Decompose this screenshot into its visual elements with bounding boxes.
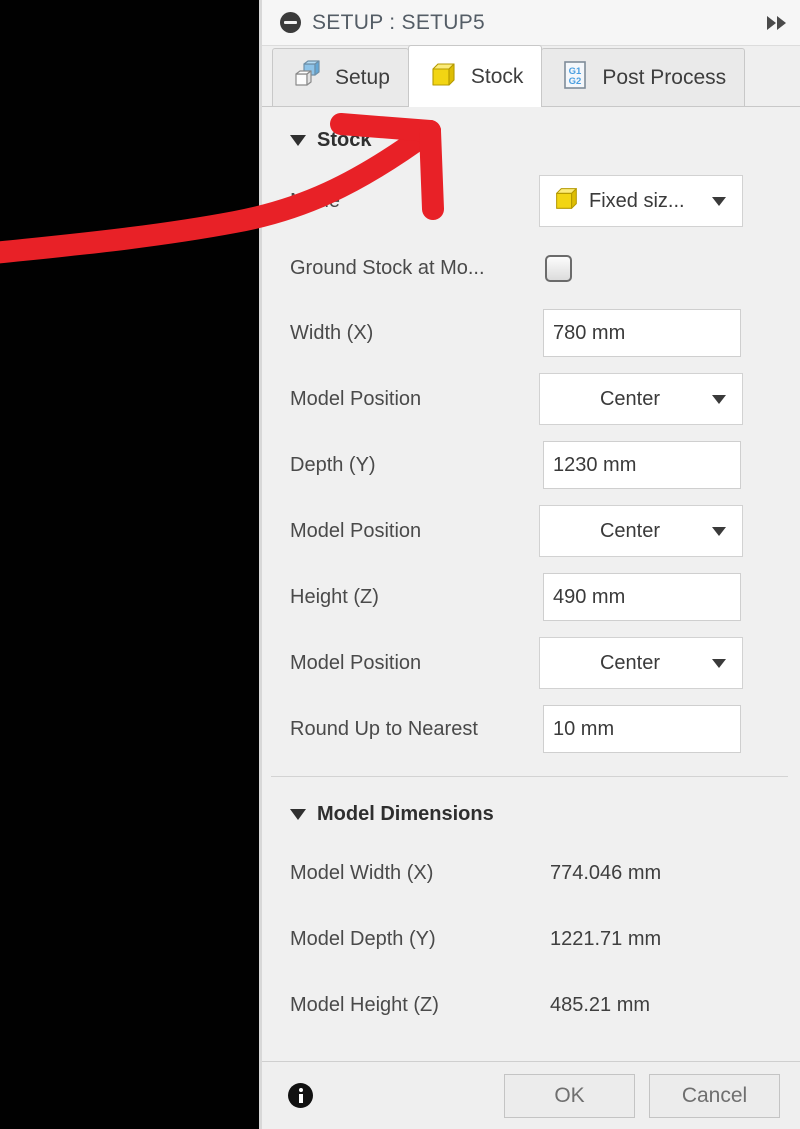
row-ground-stock-label: Ground Stock at Mo... [290,256,485,279]
page-title: SETUP : SETUP5 [312,10,486,34]
collapse-circle-icon[interactable] [280,12,301,33]
screen: SETUP : SETUP5 Setup Stock G1 G2 Post Pr… [0,0,800,1129]
tab-post-process-label: Post Process [602,65,727,89]
width-x-value: 780 mm [553,321,626,344]
row-width-x-label: Width (X) [290,321,374,344]
model-position-z-dropdown[interactable]: Center [539,637,743,689]
gcode-document-icon: G1 G2 [560,59,590,97]
row-height-z: Height (Z) 490 mm [262,564,800,630]
dimension-row-height: Model Height (Z) 485.21 mm [262,972,800,1038]
row-depth-y-label: Depth (Y) [290,453,376,476]
round-up-input[interactable]: 10 mm [543,705,741,753]
chevron-down-icon [712,526,726,536]
row-model-position-y-label: Model Position [290,519,422,542]
mode-dropdown[interactable]: Fixed siz... [539,175,743,227]
dimension-row-height-value: 485.21 mm [550,993,651,1016]
model-position-x-value: Center [599,387,661,410]
model-position-z-value: Center [599,651,661,674]
cancel-button-label: Cancel [681,1083,748,1107]
dialog-body: Stock Mode Fixed siz... Ground Stock at … [262,107,800,1061]
row-model-position-z: Model Position Center [262,630,800,696]
tab-stock[interactable]: Stock [407,45,543,107]
row-model-position-x-label: Model Position [290,387,422,410]
ground-stock-checkbox[interactable] [545,254,572,282]
height-z-input[interactable]: 490 mm [543,573,741,621]
ok-button-label: OK [554,1083,585,1107]
row-model-position-z-label: Model Position [290,651,422,674]
dimension-row-depth-value: 1221.71 mm [550,927,662,950]
section-header-model-dimensions-label: Model Dimensions [317,803,494,825]
setup-cube-icon [291,59,323,97]
tab-setup[interactable]: Setup [272,48,409,106]
setup-dialog-panel: SETUP : SETUP5 Setup Stock G1 G2 Post Pr… [259,0,800,1129]
width-x-input[interactable]: 780 mm [543,309,741,357]
chevron-down-icon [712,394,726,404]
dimension-row-depth-label: Model Depth (Y) [290,927,436,950]
cancel-button[interactable]: Cancel [649,1073,780,1118]
svg-text:G2: G2 [569,76,582,87]
section-header-stock[interactable]: Stock [262,107,800,166]
stock-cube-icon [427,58,459,96]
mode-dropdown-value: Fixed siz... [589,189,685,212]
dimension-row-width-label: Model Width (X) [290,861,434,884]
height-z-value: 490 mm [553,585,626,608]
tab-strip: Setup Stock G1 G2 Post Process [262,45,800,107]
chevron-down-icon [712,196,726,206]
viewport-backdrop [0,0,259,1129]
row-width-x: Width (X) 780 mm [262,300,800,366]
section-header-stock-label: Stock [317,129,372,151]
dialog-footer: OK Cancel [262,1061,800,1129]
ok-button[interactable]: OK [504,1073,635,1118]
row-mode: Mode Fixed siz... [262,166,800,236]
row-mode-label: Mode [290,189,341,212]
section-header-model-dimensions[interactable]: Model Dimensions [262,777,800,840]
row-model-position-y: Model Position Center [262,498,800,564]
round-up-value: 10 mm [553,717,615,740]
double-chevron-right-icon[interactable] [765,12,788,34]
row-ground-stock: Ground Stock at Mo... [262,236,800,300]
row-round-up-label: Round Up to Nearest [290,717,478,740]
tab-stock-label: Stock [470,64,524,88]
yellow-cube-icon [551,183,581,219]
chevron-down-icon [712,658,726,668]
dimension-row-width-value: 774.046 mm [550,861,662,884]
row-round-up: Round Up to Nearest 10 mm [262,696,800,762]
dialog-titlebar: SETUP : SETUP5 [262,0,800,46]
caret-down-icon [290,809,306,820]
row-height-z-label: Height (Z) [290,585,379,608]
tab-post-process[interactable]: G1 G2 Post Process [541,48,746,106]
depth-y-value: 1230 mm [553,453,637,476]
caret-down-icon [290,135,306,146]
row-depth-y: Depth (Y) 1230 mm [262,432,800,498]
tab-setup-label: Setup [335,65,390,89]
model-position-x-dropdown[interactable]: Center [539,373,743,425]
model-position-y-dropdown[interactable]: Center [539,505,743,557]
dimension-row-depth: Model Depth (Y) 1221.71 mm [262,906,800,972]
model-position-y-value: Center [599,519,661,542]
info-circle-icon[interactable] [288,1083,313,1108]
depth-y-input[interactable]: 1230 mm [543,441,741,489]
row-model-position-x: Model Position Center [262,366,800,432]
dimension-row-height-label: Model Height (Z) [290,993,439,1016]
dimension-row-width: Model Width (X) 774.046 mm [262,840,800,906]
